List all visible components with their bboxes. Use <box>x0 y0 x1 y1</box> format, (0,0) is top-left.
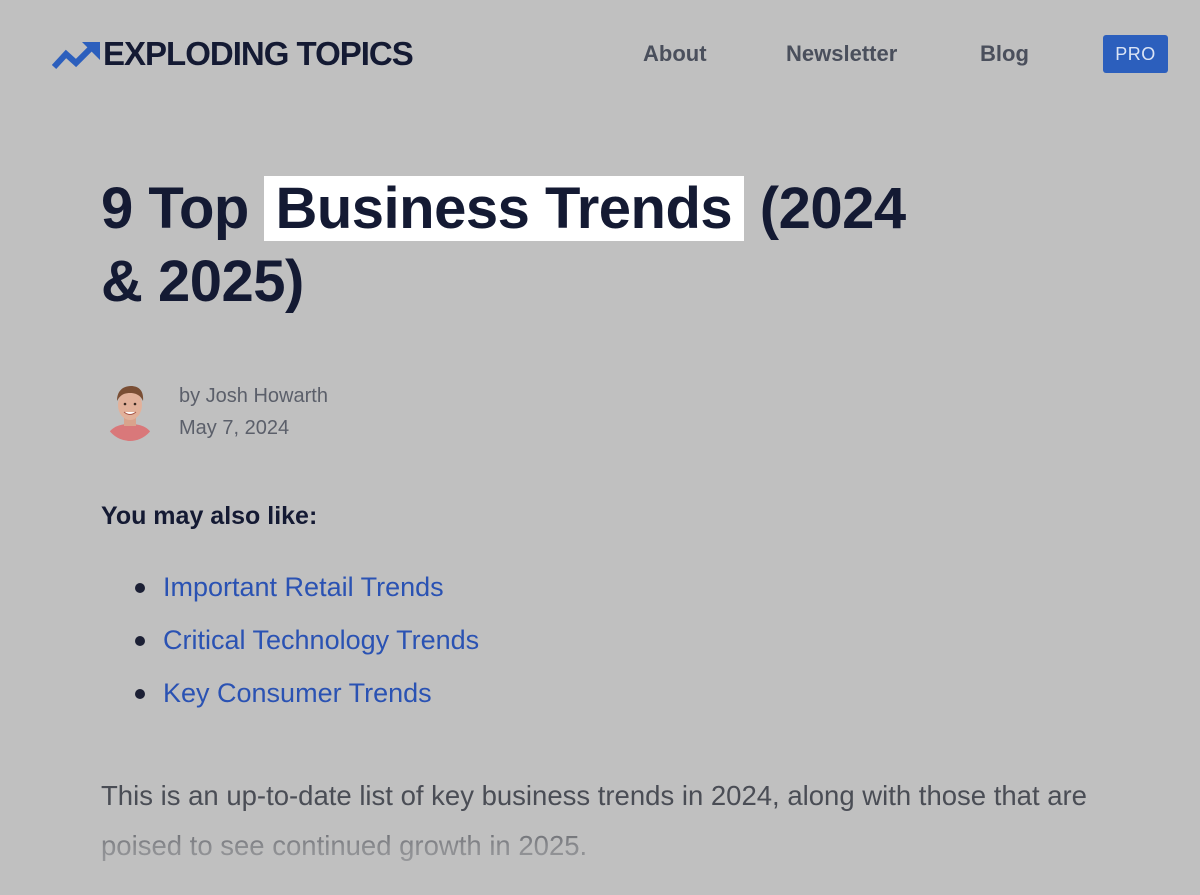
nav-blog[interactable]: Blog <box>980 40 1029 68</box>
pro-button[interactable]: PRO <box>1103 35 1168 73</box>
nav-about[interactable]: About <box>643 40 707 68</box>
avatar-image <box>103 383 157 441</box>
title-highlight: Business Trends <box>264 176 745 241</box>
author-avatar <box>103 383 157 441</box>
link-technology-trends[interactable]: Critical Technology Trends <box>163 625 479 655</box>
also-like-heading: You may also like: <box>101 502 318 530</box>
site-header: EXPLODING TOPICS About Newsletter Blog P… <box>0 0 1200 108</box>
intro-paragraph: This is an up-to-date list of key busine… <box>101 780 1087 861</box>
bullet-icon <box>135 689 145 699</box>
nav-newsletter[interactable]: Newsletter <box>786 40 897 68</box>
author-name[interactable]: by Josh Howarth <box>179 383 328 409</box>
article-title: 9 Top Business Trends (2024 & 2025) <box>101 172 961 318</box>
list-item: Important Retail Trends <box>101 568 479 621</box>
title-start: 9 Top <box>101 176 265 241</box>
publish-date: May 7, 2024 <box>179 417 290 439</box>
bullet-icon <box>135 583 145 593</box>
site-logo[interactable]: EXPLODING TOPICS <box>52 34 414 74</box>
logo-text: EXPLODING TOPICS <box>103 35 414 72</box>
link-retail-trends[interactable]: Important Retail Trends <box>163 572 444 602</box>
list-item: Critical Technology Trends <box>101 621 479 674</box>
also-like-list: Important Retail Trends Critical Technol… <box>101 568 479 727</box>
link-consumer-trends[interactable]: Key Consumer Trends <box>163 678 432 708</box>
trending-up-arrow-icon <box>52 42 100 70</box>
list-item: Key Consumer Trends <box>101 674 479 727</box>
bullet-icon <box>135 636 145 646</box>
